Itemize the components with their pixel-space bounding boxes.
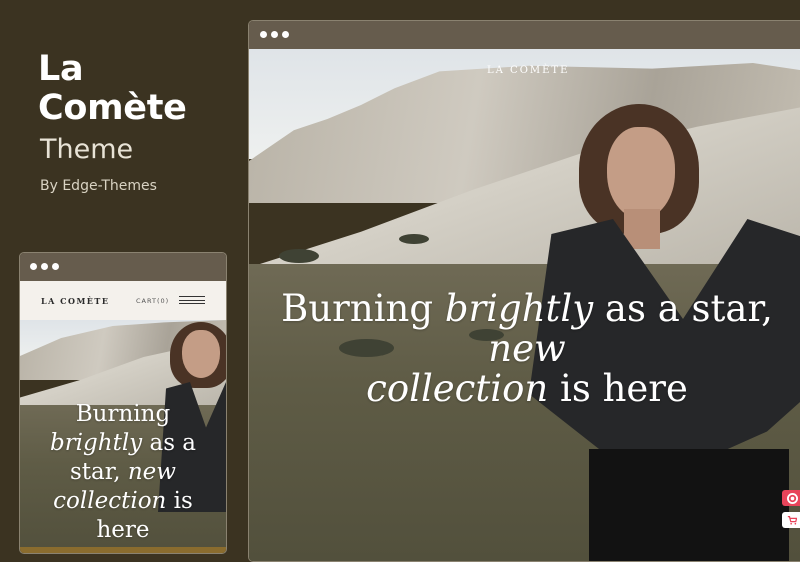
lifebuoy-icon[interactable]	[782, 490, 800, 506]
theme-title-line1: La	[38, 49, 84, 89]
window-dot-icon	[41, 263, 48, 270]
mobile-site-header: LA COMÈTE CART(0)	[20, 281, 226, 320]
headline-italic: collection	[366, 367, 549, 410]
window-dot-icon	[52, 263, 59, 270]
headline-text: as a	[142, 430, 197, 456]
mobile-hero-headline: Burning brightly as a star, new collecti…	[24, 400, 222, 545]
desktop-window-titlebar	[249, 21, 800, 49]
desktop-preview-window: LA COMÈTE Burning brightly as a star, ne…	[248, 20, 800, 562]
headline-italic: collection	[53, 488, 167, 514]
mobile-window-titlebar	[20, 253, 226, 281]
headline-text: as a star,	[593, 287, 773, 330]
menu-icon[interactable]	[179, 296, 205, 304]
desktop-hero-image: LA COMÈTE Burning brightly as a star, ne…	[249, 49, 800, 561]
headline-italic: new	[488, 327, 566, 370]
headline-text: is here	[548, 367, 688, 410]
theme-subtitle: Theme	[40, 134, 134, 165]
headline-text: star,	[70, 459, 128, 485]
desktop-hero-headline: Burning brightly as a star, new collecti…	[279, 289, 775, 409]
theme-author: By Edge-Themes	[40, 178, 157, 194]
mobile-footer-bar	[20, 547, 226, 553]
window-dot-icon	[260, 31, 267, 38]
window-dot-icon	[282, 31, 289, 38]
theme-title-line2: Comète	[38, 88, 187, 128]
mobile-site-logo[interactable]: LA COMÈTE	[41, 296, 109, 306]
headline-text: Burning	[281, 287, 445, 330]
mobile-cart-link[interactable]: CART(0)	[136, 297, 169, 305]
mobile-hero-image: Burning brightly as a star, new collecti…	[20, 320, 226, 553]
headline-italic: new	[127, 459, 176, 485]
window-dot-icon	[30, 263, 37, 270]
theme-title: La Comète	[38, 50, 187, 128]
window-dots	[260, 31, 289, 38]
desktop-site-logo[interactable]: LA COMÈTE	[487, 65, 569, 76]
headline-italic: brightly	[444, 287, 594, 330]
window-dots	[30, 263, 59, 270]
cart-icon[interactable]	[782, 512, 800, 528]
mobile-preview-window: LA COMÈTE CART(0) Burning brightly as a …	[19, 252, 227, 554]
headline-italic: brightly	[49, 430, 143, 456]
headline-text: Burning	[75, 401, 171, 427]
window-dot-icon	[271, 31, 278, 38]
